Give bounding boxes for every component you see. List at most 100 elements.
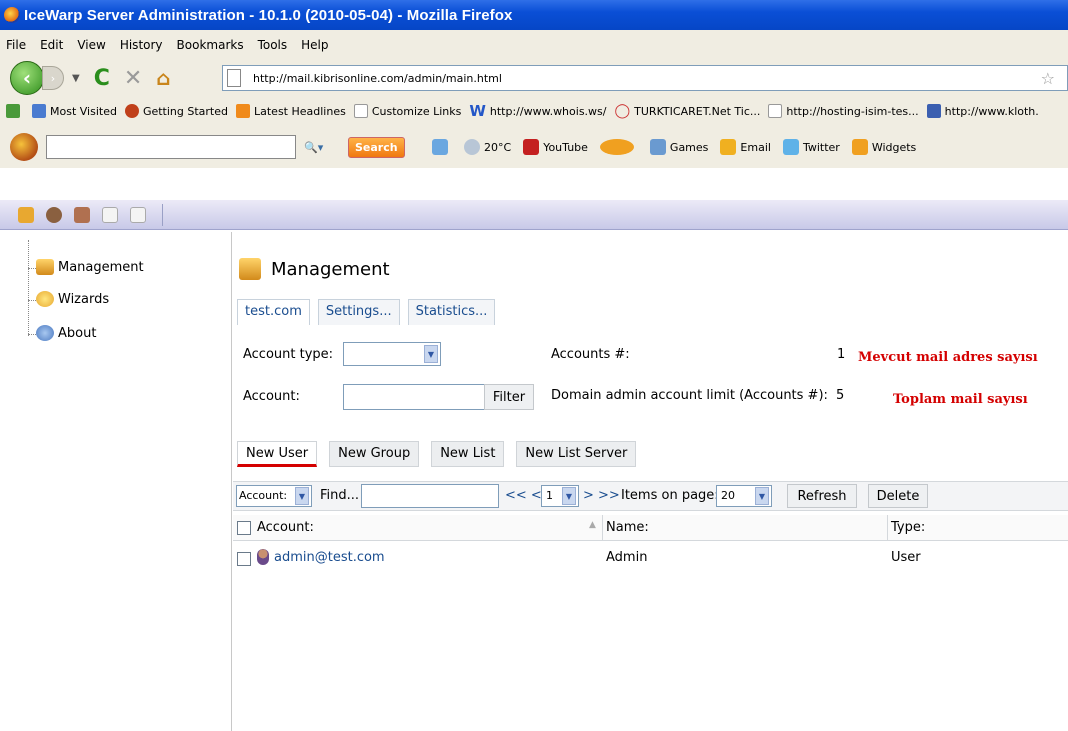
toolbar-highlight-icon[interactable] — [432, 139, 452, 155]
page-select[interactable]: 1 ▼ — [541, 485, 579, 507]
grid-header — [233, 515, 1068, 541]
reload-icon[interactable]: C — [94, 66, 110, 91]
management-icon[interactable] — [18, 206, 34, 223]
url-bar[interactable]: http://mail.kibrisonline.com/admin/main.… — [222, 65, 1068, 91]
tab-settings[interactable]: Settings... — [317, 299, 400, 325]
toolbar-email[interactable]: Email — [720, 139, 771, 155]
new-group-button[interactable]: New Group — [329, 441, 420, 467]
items-per-page-select[interactable]: 20 ▼ — [716, 485, 772, 507]
main-panel: Management test.com Settings... Statisti… — [233, 232, 1068, 731]
forward-arrow-icon: › — [50, 71, 56, 85]
delete-button[interactable]: Delete — [868, 484, 928, 508]
back-button[interactable]: ‹ — [10, 61, 44, 95]
column-name[interactable]: Name: — [606, 520, 649, 535]
user-icon — [257, 549, 269, 565]
account-filter-select[interactable]: Account: ▼ — [236, 485, 312, 507]
w-icon: W — [469, 102, 486, 120]
account-type-select[interactable]: ▼ — [343, 342, 441, 366]
toolbar-widgets[interactable]: Widgets — [851, 139, 917, 155]
toolbar-search-input[interactable] — [46, 135, 296, 159]
home-icon[interactable]: ⌂ — [156, 66, 170, 90]
pager-next[interactable]: > >> — [583, 488, 620, 503]
document-icon[interactable] — [102, 206, 118, 223]
column-type[interactable]: Type: — [891, 520, 925, 535]
column-separator — [602, 515, 603, 541]
domain-limit-label: Domain admin account limit (Accounts #): — [551, 388, 828, 403]
bookmark-whois[interactable]: Whttp://www.whois.ws/ — [469, 102, 606, 120]
toolbar-youtube[interactable]: YouTube — [523, 139, 588, 155]
new-list-server-button[interactable]: New List Server — [516, 441, 637, 467]
find-input[interactable] — [361, 484, 499, 508]
refresh-button[interactable]: Refresh — [787, 484, 857, 508]
toolbar-twitter[interactable]: Twitter — [782, 139, 840, 155]
tab-statistics[interactable]: Statistics... — [407, 299, 496, 325]
menu-file[interactable]: File — [6, 38, 26, 52]
group-icon[interactable] — [74, 206, 90, 223]
bookmarks-bar: Most Visited Getting Started Latest Head… — [0, 96, 1068, 126]
bookmark-getting-started[interactable]: Getting Started — [124, 104, 228, 118]
menu-help[interactable]: Help — [301, 38, 328, 52]
select-all-checkbox[interactable] — [237, 521, 251, 535]
total-mail-note: Toplam mail sayısı — [893, 392, 1028, 407]
search-engine-icon[interactable]: 🔍▾ — [304, 141, 323, 154]
navigation-tree — [0, 232, 232, 731]
email-label: Email — [740, 140, 771, 154]
bookmark-customize-links[interactable]: Customize Links — [353, 104, 461, 118]
toolbar-search-button[interactable]: Search — [348, 136, 405, 158]
bookmark-kloth[interactable]: http://www.kloth. — [926, 104, 1039, 118]
document-list-icon[interactable] — [130, 206, 146, 223]
info-icon — [36, 325, 54, 341]
tree-item-about[interactable]: About — [36, 325, 96, 341]
row-checkbox[interactable] — [237, 552, 251, 566]
bookmark-most-visited[interactable]: Most Visited — [32, 104, 117, 118]
user-icon[interactable] — [46, 206, 62, 223]
menu-history[interactable]: History — [120, 38, 163, 52]
menu-view[interactable]: View — [77, 38, 105, 52]
column-account[interactable]: Account: — [257, 520, 314, 535]
menu-tools[interactable]: Tools — [258, 38, 288, 52]
new-list-button[interactable]: New List — [431, 441, 505, 467]
tree-connector — [28, 334, 36, 335]
widgets-label: Widgets — [871, 140, 917, 154]
tree-item-label: About — [58, 325, 97, 341]
dl-icon — [926, 104, 941, 118]
app-toolbar — [0, 200, 1068, 230]
tree-item-management[interactable]: Management — [36, 259, 144, 275]
tree-item-label: Management — [58, 259, 144, 275]
bookmark-add-icon[interactable] — [6, 104, 24, 118]
column-separator — [887, 515, 888, 541]
account-input[interactable] — [343, 384, 485, 410]
url-text[interactable]: http://mail.kibrisonline.com/admin/main.… — [253, 72, 502, 85]
window-titlebar: IceWarp Server Administration - 10.1.0 (… — [0, 0, 1068, 30]
management-icon — [36, 259, 54, 275]
items-per-page-value: 20 — [721, 489, 735, 502]
filter-button[interactable]: Filter — [484, 384, 534, 410]
stop-icon[interactable]: ✕ — [124, 66, 142, 91]
toolbar-weather[interactable]: 20°C — [464, 139, 511, 155]
tree-item-wizards[interactable]: Wizards — [36, 291, 109, 307]
account-label: Account: — [243, 389, 300, 404]
toolbar-music-player[interactable] — [599, 139, 638, 155]
menu-edit[interactable]: Edit — [40, 38, 63, 52]
bookmark-turkticaret[interactable]: ◯ TURKTICARET.Net Tic... — [614, 103, 760, 119]
history-dropdown-icon[interactable]: ▼ — [72, 73, 80, 84]
page-icon — [353, 104, 368, 118]
account-cell[interactable]: admin@test.com — [274, 550, 385, 565]
new-buttons-bar: New User New Group New List New List Ser… — [237, 441, 648, 467]
management-icon — [239, 258, 261, 280]
toolbar-games[interactable]: Games — [649, 139, 708, 155]
bookmark-star-icon[interactable]: ☆ — [1041, 69, 1055, 88]
forward-button[interactable]: › — [42, 66, 64, 90]
tree-connector — [28, 240, 29, 336]
bookmark-latest-headlines[interactable]: Latest Headlines — [236, 104, 346, 118]
toolbar-logo-icon[interactable] — [10, 133, 38, 161]
bookmark-label: Most Visited — [50, 104, 117, 118]
cloud-icon — [464, 139, 480, 155]
tree-connector — [28, 268, 36, 269]
tab-domain[interactable]: test.com — [237, 299, 310, 325]
menu-bookmarks[interactable]: Bookmarks — [177, 38, 244, 52]
new-user-button[interactable]: New User — [237, 441, 318, 467]
bookmark-hosting[interactable]: http://hosting-isim-tes... — [768, 104, 919, 118]
pager-prev[interactable]: << < — [505, 488, 542, 503]
search-button-label: Search — [355, 140, 398, 154]
